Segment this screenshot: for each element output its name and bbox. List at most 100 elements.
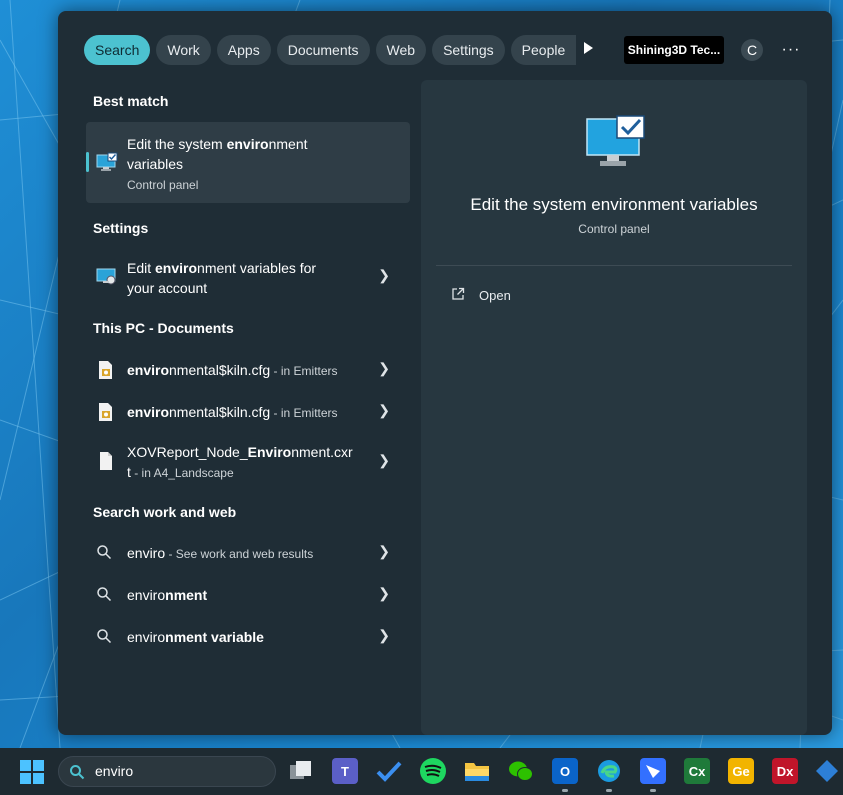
start-search-panel: Search Work Apps Documents Web Settings … (58, 11, 832, 735)
web-suggestion-item[interactable]: environment ❯ (86, 575, 410, 615)
chevron-right-icon[interactable]: ❯ (378, 402, 390, 419)
document-result-name: nmental$kiln.cfg (169, 404, 271, 420)
document-result-bold: Enviro (247, 444, 292, 460)
web-suggestion-text: environment (127, 585, 207, 605)
section-this-pc-documents: This PC - Documents (93, 320, 234, 336)
settings-result-pre: Edit (127, 260, 156, 276)
best-match-item[interactable]: Edit the system environment variables Co… (86, 122, 410, 203)
preview-subtitle: Control panel (578, 222, 650, 236)
ge-app-icon[interactable]: Ge (728, 758, 754, 784)
tab-search[interactable]: Search (84, 35, 151, 65)
running-indicator (650, 789, 656, 792)
document-result-post: nment.cxr (291, 444, 353, 460)
settings-result-post: nment variables for (197, 260, 317, 276)
document-result-location: - in Emitters (270, 364, 338, 378)
web-suggestion-note: - See work and web results (165, 547, 314, 561)
spotify-icon[interactable] (420, 758, 446, 784)
taskbar-search-input[interactable]: enviro (58, 756, 276, 787)
more-options-icon[interactable]: ··· (780, 39, 802, 61)
tab-apps[interactable]: Apps (216, 35, 271, 65)
selection-indicator (86, 152, 89, 172)
chevron-right-icon[interactable]: ❯ (378, 452, 390, 469)
document-result-item[interactable]: XOVReport_Node_Environment.cxr t - in A4… (86, 435, 410, 487)
tab-people[interactable]: People (510, 35, 577, 65)
running-indicator (562, 789, 568, 792)
document-result-text: XOVReport_Node_Environment.cxr t - in A4… (127, 442, 353, 483)
web-suggestion-bold: nment (165, 587, 208, 603)
app-icon[interactable] (815, 758, 839, 784)
web-suggestion-query: enviro (127, 629, 166, 645)
web-suggestion-query: enviro (127, 587, 166, 603)
section-settings: Settings (93, 220, 149, 236)
best-match-text: Edit the system environment variables Co… (127, 134, 308, 195)
web-suggestion-text: environment variable (127, 627, 264, 647)
best-match-subtitle: Control panel (127, 178, 199, 192)
windows-start-icon[interactable] (20, 760, 44, 789)
settings-result-line2: your account (127, 280, 208, 296)
search-icon (69, 764, 85, 785)
document-result-item[interactable]: environmental$kiln.cfg - in Emitters ❯ (86, 350, 410, 390)
system-properties-icon (96, 152, 118, 177)
dx-app-icon[interactable]: Dx (772, 758, 798, 784)
document-result-bold: enviro (127, 362, 170, 378)
search-query-text: enviro (95, 763, 134, 779)
web-suggestion-item[interactable]: enviro - See work and web results ❯ (86, 533, 410, 573)
tab-web[interactable]: Web (375, 35, 427, 65)
document-result-name: nmental$kiln.cfg (169, 362, 271, 378)
chevron-right-icon[interactable]: ❯ (378, 543, 390, 560)
account-badge[interactable]: Shining3D Tec... (624, 36, 724, 64)
task-view-icon[interactable] (288, 758, 314, 784)
web-suggestion-query: enviro (127, 545, 166, 561)
open-action[interactable]: Open (451, 287, 511, 304)
divider (436, 265, 792, 266)
file-explorer-icon[interactable] (464, 758, 490, 784)
section-search-work-and-web: Search work and web (93, 504, 237, 520)
open-external-icon (451, 287, 465, 304)
preview-title: Edit the system environment variables (470, 195, 758, 214)
web-suggestion-text: enviro - See work and web results (127, 543, 313, 564)
outlook-icon[interactable]: O (552, 758, 578, 784)
document-result-bold: enviro (127, 404, 170, 420)
best-match-title-line2: variables (127, 156, 184, 172)
chevron-right-icon[interactable]: ❯ (378, 585, 390, 602)
section-best-match: Best match (93, 93, 169, 109)
search-icon (96, 586, 112, 607)
settings-result-item[interactable]: Edit environment variables for your acco… (86, 251, 410, 301)
wechat-icon[interactable] (508, 758, 534, 784)
web-suggestion-item[interactable]: environment variable ❯ (86, 617, 410, 657)
best-match-title-pre: Edit the system (127, 136, 227, 152)
document-result-item[interactable]: environmental$kiln.cfg - in Emitters ❯ (86, 392, 410, 432)
teams-icon[interactable]: T (332, 758, 358, 784)
tab-settings[interactable]: Settings (432, 35, 505, 65)
config-file-icon (96, 360, 116, 385)
document-result-text: environmental$kiln.cfg - in Emitters (127, 360, 338, 381)
search-icon (96, 544, 112, 565)
preview-pane: Edit the system environment variables Co… (421, 80, 807, 735)
running-indicator (606, 789, 612, 792)
blank-file-icon (96, 451, 116, 476)
scroll-tabs-icon[interactable] (584, 42, 593, 54)
chevron-right-icon[interactable]: ❯ (378, 360, 390, 377)
feishu-icon[interactable] (640, 758, 666, 784)
config-file-icon (96, 402, 116, 427)
cx-app-icon[interactable]: Cx (684, 758, 710, 784)
todo-icon[interactable] (376, 758, 402, 784)
open-label: Open (479, 288, 511, 303)
edge-icon[interactable] (596, 758, 622, 784)
document-result-location: - in A4_Landscape (130, 466, 234, 480)
settings-result-bold: enviro (155, 260, 198, 276)
best-match-title-post: nment (268, 136, 308, 152)
best-match-title-bold: enviro (226, 136, 269, 152)
document-result-text: environmental$kiln.cfg - in Emitters (127, 402, 338, 423)
tab-documents[interactable]: Documents (276, 35, 370, 65)
chevron-right-icon[interactable]: ❯ (378, 627, 390, 644)
document-result-pre: XOVReport_Node_ (127, 444, 248, 460)
avatar[interactable]: C (741, 39, 763, 61)
taskbar: enviro T O Cx Ge Dx (0, 748, 843, 795)
search-icon (96, 628, 112, 649)
environment-settings-icon (96, 266, 118, 291)
tab-work[interactable]: Work (156, 35, 211, 65)
search-tabs: Search Work Apps Documents Web Settings … (84, 34, 577, 66)
document-result-location: - in Emitters (270, 406, 338, 420)
chevron-right-icon[interactable]: ❯ (378, 267, 390, 284)
